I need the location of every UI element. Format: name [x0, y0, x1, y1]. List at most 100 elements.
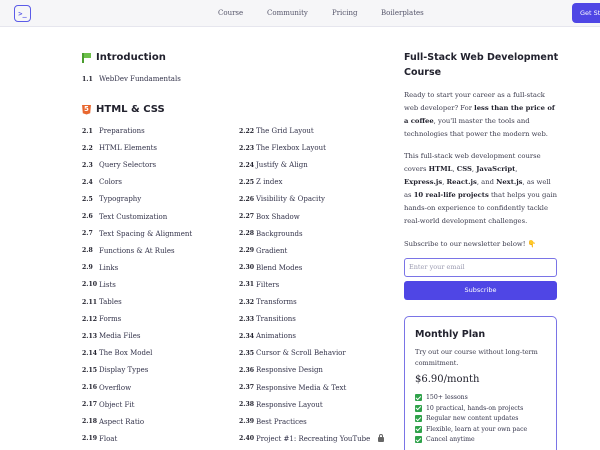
get-started-button[interactable]: Get St	[572, 3, 600, 23]
lesson-item[interactable]: 2.29 Gradient	[239, 247, 287, 255]
lesson-number: 2.30	[239, 264, 255, 272]
lesson-item[interactable]: 2.22 The Grid Layout	[239, 127, 314, 135]
lesson-title: Justify & Align	[256, 161, 308, 170]
lesson-title: The Box Model	[99, 349, 153, 358]
lesson-number: 2.16	[82, 384, 98, 391]
lesson-item[interactable]: 2.23 The Flexbox Layout	[239, 144, 326, 152]
plan-feature: Flexible, learn at your own pace	[415, 425, 528, 433]
flag-icon	[82, 53, 91, 63]
lesson-item[interactable]: 2.37 Responsive Media & Text	[239, 384, 346, 392]
plan-feature-text: 10 practical, hands-on projects	[426, 404, 524, 412]
lesson-item[interactable]: 2.31 Filters	[239, 281, 279, 289]
lesson-number: 2.15	[82, 366, 98, 374]
lesson-item[interactable]: 2.5 Typography	[82, 195, 141, 203]
course-description-text: This full-stack web development course c…	[404, 152, 557, 225]
lesson-item[interactable]: 2.16 Overflow	[82, 384, 131, 392]
lesson-item[interactable]: 2.33 Transitions	[239, 315, 296, 323]
lesson-title: Transforms	[256, 298, 297, 306]
lesson-item[interactable]: 2.10 Lists	[82, 281, 116, 289]
lesson-number: 2.11	[82, 298, 98, 306]
plan-feature: Cancel anytime	[415, 436, 475, 443]
lesson-item[interactable]: 2.26 Visibility & Opacity	[239, 195, 325, 203]
lesson-title: The Grid Layout	[256, 127, 314, 135]
lesson-item[interactable]: 2.40 Project #1: Recreating YouTube	[239, 433, 385, 443]
monthly-plan-card: Monthly Plan Try out our course without …	[404, 316, 557, 450]
lesson-item[interactable]: 2.36 Responsive Design	[239, 366, 323, 374]
lesson-item[interactable]: 2.11 Tables	[82, 298, 122, 306]
lesson-title: Box Shadow	[256, 212, 300, 221]
lesson-number: 2.27	[239, 213, 255, 220]
lesson-item[interactable]: 2.12 Forms	[82, 315, 121, 323]
nav-link-course[interactable]: Course	[218, 9, 243, 17]
nav-link-pricing[interactable]: Pricing	[332, 9, 357, 17]
lesson-number: 2.6	[82, 213, 93, 220]
lesson-number: 2.29	[239, 247, 255, 255]
lesson-number: 2.24	[239, 161, 255, 169]
lesson-item[interactable]: 1.1 WebDev Fundamentals	[82, 75, 181, 83]
lesson-title: Float	[99, 434, 118, 443]
check-icon	[415, 394, 422, 401]
lesson-item[interactable]: 2.28 Backgrounds	[239, 230, 303, 238]
lesson-title: Responsive Layout	[256, 400, 323, 409]
lesson-number: 2.33	[239, 315, 255, 323]
lesson-item[interactable]: 2.14 The Box Model	[82, 349, 152, 357]
section-title: Introduction	[96, 52, 166, 63]
plan-feature: Regular new content updates	[415, 415, 518, 422]
plan-feature-text: Flexible, learn at your own pace	[426, 425, 528, 433]
lesson-item[interactable]: 2.32 Transforms	[239, 298, 297, 306]
lesson-item[interactable]: 2.1 Preparations	[82, 127, 145, 135]
lesson-number: 2.32	[239, 298, 255, 306]
lesson-item[interactable]: 2.6 Text Customization	[82, 213, 167, 221]
nav-link-boilerplates[interactable]: Boilerplates	[381, 9, 424, 17]
lesson-number: 2.4	[82, 178, 93, 186]
section-heading-html-css: HTML & CSS	[82, 104, 165, 115]
lesson-title: Functions & At Rules	[99, 246, 175, 255]
lock-icon	[378, 433, 385, 443]
subscribe-button[interactable]: Subscribe	[404, 281, 557, 300]
lesson-item[interactable]: 2.38 Responsive Layout	[239, 401, 323, 409]
lesson-item[interactable]: 2.17 Object Fit	[82, 401, 134, 409]
lesson-number: 2.39	[239, 418, 255, 426]
check-icon	[415, 415, 422, 422]
lesson-title: Forms	[99, 315, 122, 324]
lesson-number: 2.8	[82, 247, 93, 255]
lesson-item[interactable]: 2.15 Display Types	[82, 366, 148, 374]
lesson-number: 2.34	[239, 332, 255, 340]
logo-icon[interactable]: >_	[14, 5, 31, 22]
lesson-item[interactable]: 2.7 Text Spacing & Alignment	[82, 230, 192, 238]
lesson-item[interactable]: 2.3 Query Selectors	[82, 161, 156, 169]
lesson-number: 2.17	[82, 401, 98, 409]
top-nav-bar: >_ Course Community Pricing Boilerplates…	[0, 0, 600, 27]
lesson-item[interactable]: 2.25 Z index	[239, 178, 282, 186]
lesson-item[interactable]: 2.27 Box Shadow	[239, 213, 300, 221]
lesson-title: Project #1: Recreating YouTube	[256, 434, 371, 443]
lesson-item[interactable]: 2.30 Blend Modes	[239, 264, 302, 272]
course-title: Full-Stack Web Development Course	[404, 52, 559, 78]
lesson-title: WebDev Fundamentals	[99, 75, 181, 83]
lesson-title: Cursor & Scroll Behavior	[256, 349, 346, 358]
lesson-number: 2.23	[239, 144, 255, 152]
newsletter-prompt: Subscribe to our newsletter below! 👇	[404, 240, 537, 248]
lesson-item[interactable]: 2.8 Functions & At Rules	[82, 247, 175, 255]
lesson-item[interactable]: 2.2 HTML Elements	[82, 144, 157, 152]
lesson-item[interactable]: 2.39 Best Practices	[239, 418, 307, 426]
section-title: HTML & CSS	[96, 104, 165, 115]
lesson-item[interactable]: 2.9 Links	[82, 264, 118, 272]
lesson-title: Text Customization	[99, 212, 168, 221]
lesson-item[interactable]: 2.4 Colors	[82, 178, 122, 186]
nav-link-community[interactable]: Community	[267, 9, 308, 17]
plan-title: Monthly Plan	[415, 329, 486, 340]
lesson-title: Links	[99, 263, 119, 272]
lesson-item[interactable]: 2.35 Cursor & Scroll Behavior	[239, 349, 346, 357]
lesson-number: 2.19	[82, 435, 98, 443]
lesson-item[interactable]: 2.13 Media Files	[82, 332, 141, 340]
lesson-item[interactable]: 2.24 Justify & Align	[239, 161, 308, 169]
plan-feature: 150+ lessons	[415, 394, 468, 401]
lesson-item[interactable]: 2.19 Float	[82, 435, 117, 443]
lesson-title: Filters	[256, 280, 280, 289]
lesson-item[interactable]: 2.18 Aspect Ratio	[82, 418, 144, 426]
lesson-number: 2.26	[239, 195, 255, 203]
email-input[interactable]: Enter your email	[404, 258, 557, 277]
lesson-item[interactable]: 2.34 Animations	[239, 332, 296, 340]
plan-feature-text: Regular new content updates	[426, 415, 519, 422]
